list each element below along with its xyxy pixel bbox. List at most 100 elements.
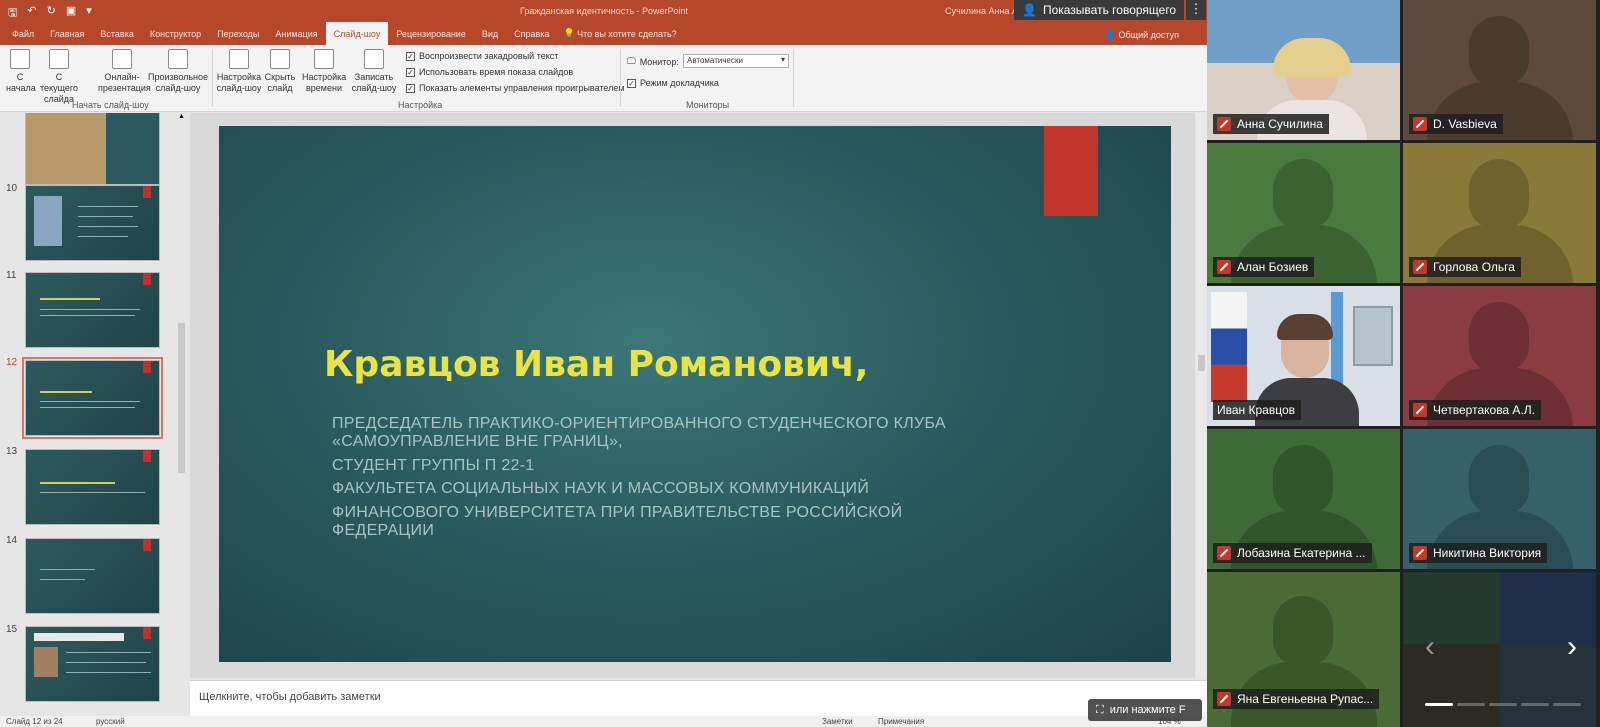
next-page-icon[interactable]: › [1567,632,1577,662]
participant-tile-active-speaker[interactable]: Иван Кравцов [1207,286,1400,426]
slide-thumbnail[interactable] [25,538,160,614]
tab-home[interactable]: Главная [42,22,92,45]
custom-show-icon [168,49,188,69]
hide-slide-button[interactable]: Скрыть слайд [264,49,296,94]
language-indicator[interactable]: русский [96,717,125,726]
avatar-silhouette-icon [1273,159,1333,229]
grid-pagination [1425,703,1581,706]
timings-checkbox[interactable]: ✓ Использовать время показа слайдов [406,67,573,77]
participant-tile[interactable]: Лобазина Екатерина ... [1207,429,1400,569]
tab-review[interactable]: Рецензирование [388,22,474,45]
tab-slideshow[interactable]: Слайд-шоу [325,22,389,45]
participant-name-tag: Иван Кравцов [1213,400,1301,420]
group-label-monitors: Мониторы [686,100,730,110]
thumbnail-text [78,216,133,217]
slide-body-line: ФЕДЕРАЦИИ [332,522,435,539]
checkmark-icon: ✓ [627,78,636,88]
participant-tile[interactable]: Никитина Виктория [1403,429,1596,569]
participant-tile[interactable]: Четвертакова А.Л. [1403,286,1596,426]
tab-animations[interactable]: Анимация [267,22,325,45]
bookmark-decoration [143,361,151,373]
narration-label: Воспроизвести закадровый текст [419,51,559,61]
participant-tile[interactable]: Алан Бозиев [1207,143,1400,283]
media-controls-checkbox[interactable]: ✓ Показать элементы управления проигрыват… [406,83,625,93]
bookmark-decoration [143,627,151,639]
thumbnail-link [40,569,95,570]
bookmark-decoration [1044,126,1098,216]
participant-name: D. Vasbieva [1433,117,1497,131]
slide-thumbnail[interactable] [25,626,160,702]
online-presentation-button[interactable]: Онлайн-презентация [98,49,151,94]
mic-muted-icon [1217,117,1231,131]
current-slide[interactable]: Кравцов Иван Романович, ПРЕДСЕДАТЕЛЬ ПРА… [219,126,1171,662]
monitor-icon: 🖵 [627,56,636,66]
comments-toggle[interactable]: Примечания [878,717,924,726]
narration-checkbox[interactable]: ✓ Воспроизвести закадровый текст [406,51,558,61]
save-icon[interactable]: 🖫 [8,4,17,23]
hide-slide-icon [270,49,290,69]
thumbnails-scrollbar[interactable]: ▲ [177,113,186,717]
participant-tile[interactable]: Горлова Ольга [1403,143,1596,283]
scroll-up-icon[interactable]: ▲ [178,113,185,120]
participant-name-tag: Никитина Виктория [1409,543,1548,563]
fullscreen-hint[interactable]: ⛶ или нажмите F [1088,699,1202,721]
page-dot[interactable] [1489,703,1517,706]
customize-qat-icon[interactable]: ▾ [86,4,92,23]
monitor-label-text: Монитор: [639,56,679,67]
slide-thumbnails-pane: 10 11 12 13 14 15 ▲ [0,113,190,717]
page-dot[interactable] [1553,703,1581,706]
previous-page-icon[interactable]: ‹ [1425,632,1435,662]
record-slideshow-button[interactable]: Записать слайд-шоу [350,49,398,94]
participant-tile[interactable]: D. Vasbieva [1403,0,1596,140]
participant-name-tag: Алан Бозиев [1213,257,1315,277]
slide-title[interactable]: Кравцов Иван Романович, [324,344,868,385]
mic-muted-icon [1217,546,1231,560]
scrollbar-thumb[interactable] [1198,355,1205,371]
participant-tile[interactable]: Яна Евгеньевна Рупас... [1207,572,1400,727]
slide-scrollbar[interactable] [1196,113,1207,678]
slide-thumbnail[interactable] [25,272,160,348]
notes-toggle[interactable]: Заметки [822,717,853,726]
more-options-icon[interactable]: ⋮ [1186,0,1206,20]
thumbnail-title [40,391,92,393]
screen: 🖫 ↶ ↻ ▣ ▾ Гражданская идентичность - Pow… [0,0,1600,727]
tab-help[interactable]: Справка [506,22,557,45]
participant-name: Горлова Ольга [1433,260,1515,274]
participant-name: Никитина Виктория [1433,546,1542,560]
show-speaker-button[interactable]: 👤 Показывать говорящего [1014,0,1184,20]
page-dot[interactable] [1425,703,1453,706]
rehearse-timings-button[interactable]: Настройка времени [302,49,346,94]
tab-insert[interactable]: Вставка [92,22,141,45]
slide-thumbnail[interactable] [25,185,160,261]
slide-thumbnail[interactable] [25,449,160,525]
notes-pane[interactable]: Щелкните, чтобы добавить заметки [190,680,1207,716]
thumbnail-text [40,401,140,402]
page-dot[interactable] [1457,703,1485,706]
page-dot[interactable] [1521,703,1549,706]
setup-slideshow-button[interactable]: Настройка слайд-шоу [216,49,262,94]
tab-transitions[interactable]: Переходы [209,22,267,45]
start-slideshow-icon[interactable]: ▣ [66,4,76,23]
undo-icon[interactable]: ↶ [27,4,36,23]
avatar-silhouette-icon [1273,596,1333,666]
tab-view[interactable]: Вид [474,22,506,45]
participant-tile[interactable]: Анна Сучилина [1207,0,1400,140]
tell-me-search[interactable]: 💡 Что вы хотите сделать? [557,22,682,45]
presenter-view-checkbox[interactable]: ✓ Режим докладчика [627,78,719,88]
tab-design[interactable]: Конструктор [142,22,209,45]
from-start-button[interactable]: С начала [6,49,36,94]
ribbon-separator [620,49,621,107]
custom-slideshow-button[interactable]: Произвольное слайд-шоу [148,49,208,94]
redo-icon[interactable]: ↻ [47,4,56,23]
monitor-select[interactable]: Автоматически ▾ [683,54,789,68]
slide-number: 14 [6,535,18,546]
slide-thumbnail-current[interactable] [22,357,163,439]
slide-counter[interactable]: Слайд 12 из 24 [6,717,63,726]
tab-file[interactable]: Файл [4,22,42,45]
share-button[interactable]: 👤 Общий доступ [1105,30,1179,41]
thumbnail-text [40,309,140,310]
scrollbar-thumb[interactable] [178,323,185,473]
online-label: Онлайн-презентация [98,72,151,93]
from-current-button[interactable]: С текущего слайда [36,49,82,105]
slide-thumbnail[interactable] [25,113,160,185]
